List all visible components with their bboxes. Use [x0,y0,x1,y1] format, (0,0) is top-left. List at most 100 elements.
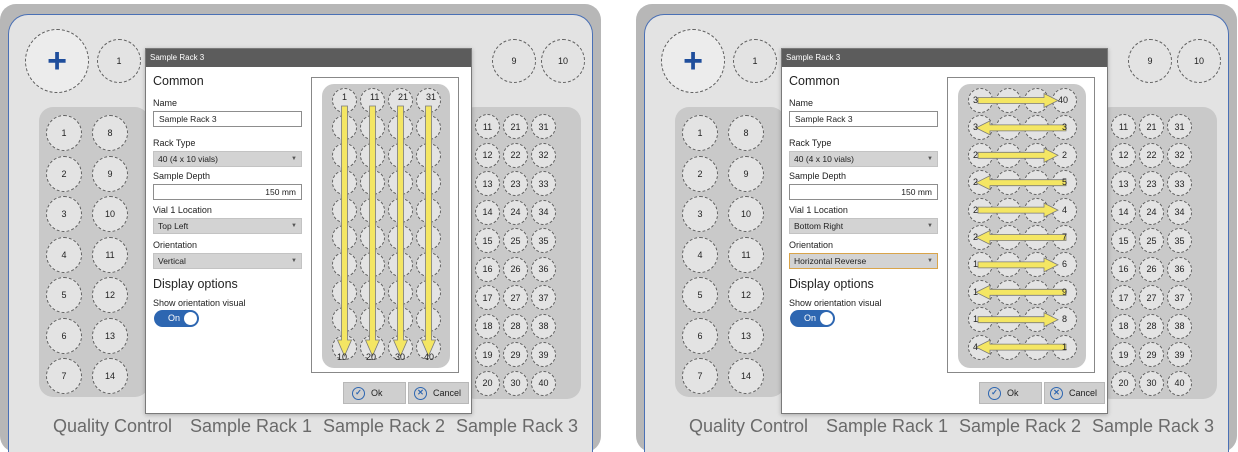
qc-vial[interactable]: 4 [682,236,718,273]
rack3-vial[interactable]: 25 [1139,228,1164,253]
orientation-select[interactable]: Vertical ▼ [153,253,302,269]
qc-vial[interactable]: 3 [46,196,82,232]
rack3-vial[interactable]: 24 [1139,199,1164,225]
label-quality-control[interactable]: Quality Control [689,416,808,437]
qc-vial[interactable]: 10 [92,196,128,232]
label-sample-rack-3[interactable]: Sample Rack 3 [456,416,578,437]
rack3-vial[interactable]: 37 [1167,285,1192,310]
vial1-location-select[interactable]: Top Left ▼ [153,218,302,234]
vial1-location-select[interactable]: Bottom Right ▼ [789,218,938,234]
rack3-vial[interactable]: 17 [475,285,500,310]
label-sample-rack-2[interactable]: Sample Rack 2 [323,416,445,437]
top-vial-1[interactable]: 1 [733,39,777,83]
rack3-vial[interactable]: 22 [503,142,528,168]
rack3-vial[interactable]: 11 [475,114,500,139]
qc-vial[interactable]: 13 [728,317,764,354]
rack3-vial[interactable]: 23 [503,171,528,196]
rack3-vial[interactable]: 23 [1139,171,1164,196]
add-rack-button[interactable]: + [25,29,89,93]
name-field[interactable]: Sample Rack 3 [153,111,302,127]
add-rack-button[interactable]: + [661,29,725,93]
cancel-button[interactable]: ✕ Cancel [1044,382,1105,404]
top-vial-1[interactable]: 1 [97,39,141,83]
rack3-vial[interactable]: 24 [503,199,528,225]
top-vial-9[interactable]: 9 [492,39,536,83]
sample-depth-field[interactable]: 150 mm [153,184,302,200]
rack3-vial[interactable]: 16 [475,256,500,282]
qc-vial[interactable]: 7 [46,358,82,394]
qc-vial[interactable]: 12 [728,277,764,313]
rack3-vial[interactable]: 38 [1167,313,1192,339]
rack3-vial[interactable]: 38 [531,313,556,339]
rack3-vial[interactable]: 14 [1111,199,1136,225]
qc-vial[interactable]: 10 [728,196,764,232]
rack3-vial[interactable]: 37 [531,285,556,310]
rack3-vial[interactable]: 34 [1167,199,1192,225]
top-vial-10[interactable]: 10 [541,39,585,83]
orientation-select[interactable]: Horizontal Reverse ▼ [789,253,938,269]
rack3-vial[interactable]: 39 [531,342,556,367]
qc-vial[interactable]: 12 [92,277,128,313]
rack3-vial[interactable]: 16 [1111,256,1136,282]
rack3-vial[interactable]: 29 [503,342,528,367]
rack3-vial[interactable]: 30 [503,370,528,396]
qc-vial[interactable]: 8 [728,115,764,151]
qc-vial[interactable]: 11 [728,236,764,273]
qc-vial[interactable]: 2 [46,155,82,192]
qc-vial[interactable]: 3 [682,196,718,232]
qc-vial[interactable]: 6 [682,317,718,354]
rack3-vial[interactable]: 18 [475,313,500,339]
rack3-vial[interactable]: 19 [475,342,500,367]
qc-vial[interactable]: 5 [46,277,82,313]
qc-vial[interactable]: 1 [682,115,718,151]
rack-type-select[interactable]: 40 (4 x 10 vials) ▼ [789,151,938,167]
top-vial-10[interactable]: 10 [1177,39,1221,83]
rack3-vial[interactable]: 33 [1167,171,1192,196]
rack3-vial[interactable]: 40 [531,370,556,396]
rack3-vial[interactable]: 11 [1111,114,1136,139]
rack3-vial[interactable]: 40 [1167,370,1192,396]
rack3-vial[interactable]: 31 [531,114,556,139]
rack3-vial[interactable]: 14 [475,199,500,225]
rack3-vial[interactable]: 20 [1111,370,1136,396]
rack3-vial[interactable]: 28 [503,313,528,339]
show-visual-toggle[interactable]: On [154,310,199,327]
rack-type-select[interactable]: 40 (4 x 10 vials) ▼ [153,151,302,167]
label-quality-control[interactable]: Quality Control [53,416,172,437]
name-field[interactable]: Sample Rack 3 [789,111,938,127]
rack3-vial[interactable]: 35 [1167,228,1192,253]
rack3-vial[interactable]: 36 [1167,256,1192,282]
qc-vial[interactable]: 6 [46,317,82,354]
rack3-vial[interactable]: 15 [475,228,500,253]
sample-depth-field[interactable]: 150 mm [789,184,938,200]
rack3-vial[interactable]: 20 [475,370,500,396]
rack3-vial[interactable]: 12 [1111,142,1136,168]
qc-vial[interactable]: 14 [728,358,764,394]
rack3-vial[interactable]: 29 [1139,342,1164,367]
rack3-vial[interactable]: 12 [475,142,500,168]
rack3-vial[interactable]: 39 [1167,342,1192,367]
rack3-vial[interactable]: 36 [531,256,556,282]
rack3-vial[interactable]: 34 [531,199,556,225]
rack3-vial[interactable]: 13 [1111,171,1136,196]
rack3-vial[interactable]: 21 [1139,114,1164,139]
qc-vial[interactable]: 8 [92,115,128,151]
rack3-vial[interactable]: 28 [1139,313,1164,339]
rack3-vial[interactable]: 32 [531,142,556,168]
rack3-vial[interactable]: 19 [1111,342,1136,367]
rack3-vial[interactable]: 31 [1167,114,1192,139]
label-sample-rack-3[interactable]: Sample Rack 3 [1092,416,1214,437]
label-sample-rack-1[interactable]: Sample Rack 1 [190,416,312,437]
qc-vial[interactable]: 2 [682,155,718,192]
rack3-vial[interactable]: 30 [1139,370,1164,396]
rack3-vial[interactable]: 26 [503,256,528,282]
qc-vial[interactable]: 5 [682,277,718,313]
show-visual-toggle[interactable]: On [790,310,835,327]
rack3-vial[interactable]: 33 [531,171,556,196]
qc-vial[interactable]: 14 [92,358,128,394]
rack3-vial[interactable]: 26 [1139,256,1164,282]
rack3-vial[interactable]: 32 [1167,142,1192,168]
qc-vial[interactable]: 1 [46,115,82,151]
ok-button[interactable]: ✓ Ok [343,382,406,404]
rack3-vial[interactable]: 25 [503,228,528,253]
